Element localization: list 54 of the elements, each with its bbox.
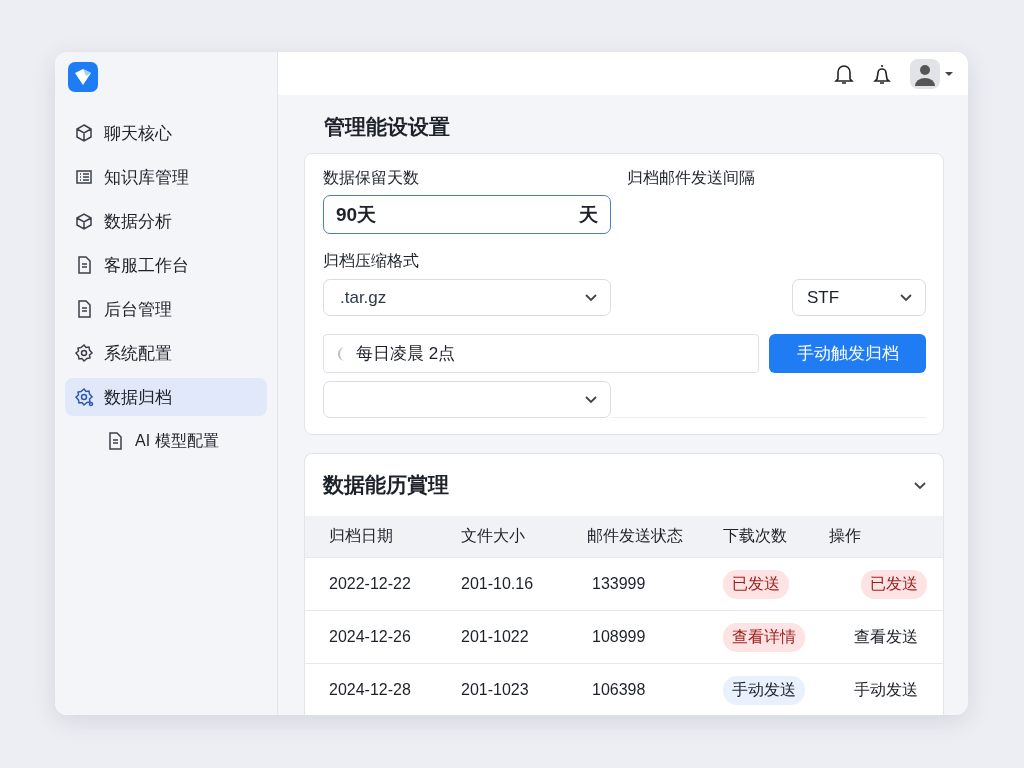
format-select[interactable]: .tar.gz	[323, 279, 611, 316]
status-tag: 手动发送	[723, 675, 805, 705]
input-field[interactable]: 90天 天	[323, 195, 611, 234]
section-title: 数据能历賞理	[323, 472, 449, 498]
bell-icon[interactable]	[872, 62, 892, 85]
gear-icon	[74, 387, 94, 407]
field-label: 归档邮件发送间隔	[627, 168, 755, 188]
chevron-down-icon	[899, 293, 913, 302]
table-cell-text: 201-10.16	[461, 575, 535, 593]
chevron-down-icon	[584, 395, 598, 404]
column-header: 操作	[829, 526, 862, 546]
table-cell-text: 2024-12-28	[329, 681, 412, 699]
sidebar-item[interactable]: 客服工作台	[65, 246, 267, 284]
table-cell-text: 133999	[591, 575, 647, 593]
table-cell-text: 108999	[591, 628, 647, 646]
column-header: 归档日期	[329, 526, 394, 546]
gear-icon	[74, 343, 94, 363]
column-header: 文件大小	[461, 526, 526, 546]
column-header: 邮件发送状态	[587, 526, 684, 546]
status-tag: 已发送	[723, 569, 789, 599]
table-cell-text: 2022-12-22	[329, 575, 412, 593]
status-tag[interactable]: 已发送	[861, 569, 927, 599]
app-logo	[68, 62, 98, 92]
type-select[interactable]: STF	[792, 279, 926, 316]
action-link[interactable]: 手动发送	[845, 675, 927, 705]
sidebar-item[interactable]: 数据归档	[65, 378, 267, 416]
field-label: 归档压缩格式	[323, 251, 420, 271]
field-label: 数据保留天数	[323, 168, 420, 188]
sidebar-item[interactable]: 知识库管理	[65, 158, 267, 196]
table-cell-text: 106398	[591, 681, 647, 699]
table-cell-text: 201-1022	[461, 628, 530, 646]
column-header: 下载次数	[723, 526, 788, 546]
sidebar-item[interactable]: 后台管理	[65, 290, 267, 328]
trigger-archive-button[interactable]: 手动触发归档	[769, 334, 926, 373]
dropdown-field[interactable]	[323, 381, 611, 418]
bell-icon[interactable]	[834, 62, 854, 85]
sidebar-item[interactable]: 数据分析	[65, 202, 267, 240]
cube-icon	[74, 123, 94, 143]
avatar-icon[interactable]	[910, 58, 954, 89]
table-cell-text: 2024-12-26	[329, 628, 412, 646]
input-value: 90天	[336, 202, 377, 227]
sidebar-item[interactable]: AI 模型配置	[65, 422, 267, 460]
schedule-field[interactable]: 每日凌晨 2点	[323, 334, 759, 373]
table-cell-text: 201-1023	[461, 681, 530, 699]
sidebar-item[interactable]: 系统配置	[65, 334, 267, 372]
chevron-down-icon[interactable]	[913, 480, 927, 490]
action-link[interactable]: 查看发送	[845, 622, 927, 652]
input-suffix: 天	[579, 202, 598, 227]
box-icon	[74, 211, 94, 231]
list-icon	[74, 167, 94, 187]
status-tag: 查看详情	[723, 622, 805, 652]
page-title: 管理能设设置	[324, 114, 451, 140]
chevron-down-icon	[584, 293, 598, 302]
sidebar-item[interactable]: 聊天核心	[65, 114, 267, 152]
